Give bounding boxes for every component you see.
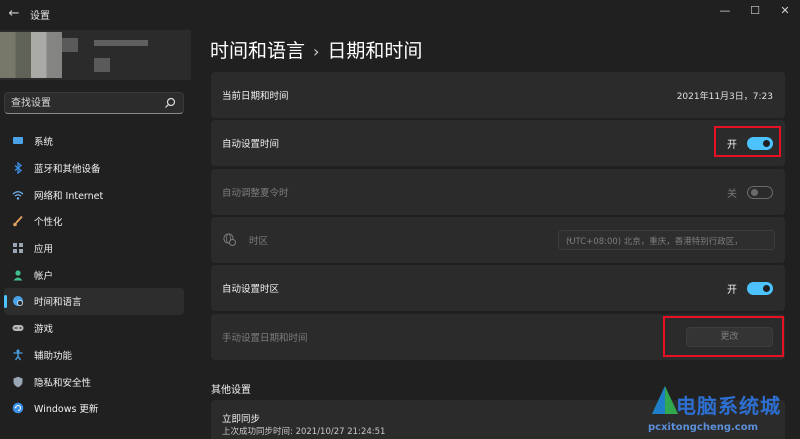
sidebar-item-label: 网络和 Internet <box>34 190 104 202</box>
sidebar-item-label: 隐私和安全性 <box>34 377 92 389</box>
watermark-url: pcxitongcheng.com <box>648 422 759 433</box>
sidebar-item-label: 个性化 <box>34 217 63 229</box>
search-box[interactable] <box>4 92 184 114</box>
brush-icon <box>13 216 23 227</box>
auto-time-label: 自动设置时间 <box>222 139 280 150</box>
dst-state: 关 <box>727 188 737 200</box>
sidebar-item-network[interactable]: 网络和 Internet <box>4 181 184 208</box>
sidebar-item-bluetooth[interactable]: 蓝牙和其他设备 <box>4 155 184 182</box>
section-header-other: 其他设置 <box>211 385 251 396</box>
sidebar-item-time-language[interactable]: 时间和语言 <box>4 288 184 315</box>
dst-label: 自动调整夏令时 <box>222 188 289 199</box>
watermark-logo: 电脑系统城 pcxitongcheng.com <box>648 380 800 439</box>
sidebar-item-system[interactable]: 系统 <box>4 128 184 155</box>
globe-clock-icon <box>13 296 23 307</box>
sidebar-item-windows-update[interactable]: Windows 更新 <box>4 395 184 422</box>
current-datetime-label: 当前日期和时间 <box>222 91 289 102</box>
breadcrumb-parent[interactable]: 时间和语言 <box>210 40 305 62</box>
sidebar-item-accessibility[interactable]: 辅助功能 <box>4 342 184 369</box>
sidebar-item-label: Windows 更新 <box>34 404 99 416</box>
auto-timezone-toggle-group[interactable]: 开 <box>727 280 773 296</box>
apps-icon <box>13 243 23 254</box>
toggle-knob <box>751 188 758 196</box>
dst-toggle <box>747 185 773 199</box>
window-title: 设置 <box>30 11 50 22</box>
toggle-knob <box>763 284 770 292</box>
manual-datetime-label: 手动设置日期和时间 <box>222 333 308 344</box>
sidebar-item-label: 时间和语言 <box>34 297 82 309</box>
search-icon[interactable] <box>163 96 177 110</box>
auto-timezone-state: 开 <box>727 284 737 296</box>
sidebar-item-label: 游戏 <box>34 324 54 336</box>
accessibility-icon <box>13 349 23 361</box>
auto-timezone-card: 自动设置时区 开 <box>211 265 785 311</box>
account-profile[interactable] <box>0 30 191 80</box>
bluetooth-icon <box>14 162 23 175</box>
timezone-dropdown: (UTC+08:00) 北京，重庆，香港特别行政区， ⌄ <box>558 230 775 250</box>
sync-title: 立即同步 <box>222 414 261 425</box>
search-input[interactable] <box>11 96 161 111</box>
account-icon <box>13 270 23 281</box>
sidebar-item-accounts[interactable]: 帐户 <box>4 261 184 288</box>
avatar <box>0 32 62 78</box>
current-datetime-value: 2021年11月3日，7:23 <box>676 92 773 102</box>
watermark-text: 电脑系统城 <box>676 394 781 418</box>
minimize-button[interactable]: — <box>710 2 740 20</box>
auto-time-card: 自动设置时间 开 <box>211 120 785 166</box>
auto-timezone-toggle[interactable] <box>747 281 773 295</box>
sidebar-item-label: 帐户 <box>34 270 54 282</box>
title-bar: ← 设置 — ☐ ✕ <box>0 0 800 28</box>
chevron-right-icon: › <box>313 42 320 61</box>
sidebar-item-personalization[interactable]: 个性化 <box>4 208 184 235</box>
maximize-button[interactable]: ☐ <box>740 2 770 20</box>
sync-subtitle: 上次成功同步时间: 2021/10/27 21:24:51 <box>222 427 386 437</box>
gamepad-icon <box>12 325 24 332</box>
sidebar-item-label: 应用 <box>34 244 54 256</box>
chevron-down-icon: ⌄ <box>566 234 574 244</box>
auto-timezone-label: 自动设置时区 <box>222 284 280 295</box>
sidebar-item-gaming[interactable]: 游戏 <box>4 315 184 342</box>
dst-card: 自动调整夏令时 关 <box>211 169 785 215</box>
current-datetime-card: 当前日期和时间 2021年11月3日，7:23 <box>211 72 785 118</box>
wifi-icon <box>12 190 24 200</box>
monitor-icon <box>13 137 23 145</box>
highlight-box <box>663 316 784 357</box>
highlight-box <box>714 126 781 157</box>
page-title: 日期和时间 <box>327 40 423 62</box>
timezone-card: 时区 (UTC+08:00) 北京，重庆，香港特别行政区， ⌄ <box>211 217 785 263</box>
timezone-label: 时区 <box>249 236 269 247</box>
sidebar-item-label: 辅助功能 <box>34 350 73 362</box>
sidebar-item-privacy[interactable]: 隐私和安全性 <box>4 368 184 395</box>
breadcrumb: 时间和语言 › 日期和时间 <box>210 36 422 63</box>
shield-icon <box>13 376 23 387</box>
sidebar-nav: 系统 蓝牙和其他设备 网络和 Internet 个性化 应用 帐户 时间和语言 … <box>4 128 184 422</box>
dst-toggle-group: 关 <box>727 184 773 200</box>
sidebar-item-label: 蓝牙和其他设备 <box>34 164 101 176</box>
sidebar-item-label: 系统 <box>34 137 54 149</box>
sidebar-item-apps[interactable]: 应用 <box>4 235 184 262</box>
update-icon <box>12 402 24 414</box>
close-button[interactable]: ✕ <box>770 2 800 20</box>
arrow-left-icon[interactable]: ← <box>6 6 22 22</box>
globe-clock-icon <box>223 233 236 246</box>
